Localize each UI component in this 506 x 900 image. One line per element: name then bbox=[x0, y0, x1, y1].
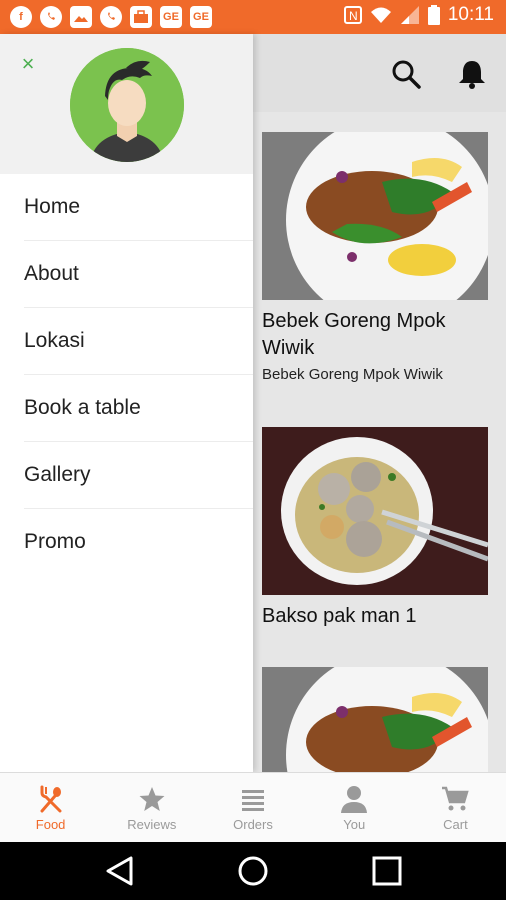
ge-icon: GE bbox=[190, 6, 212, 28]
ge-icon: GE bbox=[160, 6, 182, 28]
star-icon bbox=[139, 786, 165, 811]
nav-label: Orders bbox=[233, 816, 273, 832]
notification-icons: f GE GE bbox=[10, 6, 212, 28]
nav-food[interactable]: Food bbox=[0, 773, 101, 843]
fork-spoon-icon bbox=[40, 785, 62, 812]
drawer-header: × bbox=[0, 34, 253, 174]
menu-item-gallery[interactable]: Gallery bbox=[24, 442, 253, 509]
person-icon bbox=[341, 785, 368, 813]
food-title: Bakso pak man 1 bbox=[262, 605, 417, 627]
bottom-navigation: Food Reviews Orders You Cart bbox=[0, 772, 506, 843]
food-image bbox=[262, 667, 488, 772]
cart-icon bbox=[442, 786, 470, 810]
battery-icon bbox=[427, 5, 440, 25]
search-icon[interactable] bbox=[388, 56, 424, 92]
food-card[interactable] bbox=[262, 667, 488, 772]
nfc-icon: N bbox=[343, 6, 362, 24]
nav-label: Reviews bbox=[127, 816, 177, 832]
recents-icon[interactable] bbox=[371, 855, 403, 887]
drawer-menu: Home About Lokasi Book a table Gallery P… bbox=[0, 174, 253, 575]
food-card[interactable]: Bebek Goreng Mpok Wiwik Bebek Goreng Mpo… bbox=[262, 132, 488, 383]
nav-label: You bbox=[343, 816, 366, 832]
nav-you[interactable]: You bbox=[304, 773, 405, 843]
whatsapp-icon bbox=[40, 6, 62, 28]
food-image bbox=[262, 132, 488, 300]
status-bar: f GE GE N 10:11 bbox=[0, 0, 506, 34]
nav-label: Cart bbox=[443, 816, 468, 832]
bell-icon[interactable] bbox=[454, 56, 490, 92]
clock: 10:11 bbox=[447, 4, 494, 25]
nav-orders[interactable]: Orders bbox=[202, 773, 303, 843]
menu-item-home[interactable]: Home bbox=[24, 174, 253, 241]
close-icon[interactable]: × bbox=[18, 53, 38, 75]
list-icon bbox=[242, 789, 264, 811]
food-card[interactable]: Bakso pak man 1 bbox=[262, 427, 488, 630]
menu-item-book-a-table[interactable]: Book a table bbox=[24, 375, 253, 442]
whatsapp-icon bbox=[100, 6, 122, 28]
food-image bbox=[262, 427, 488, 595]
briefcase-icon bbox=[130, 6, 152, 28]
wifi-icon bbox=[370, 7, 391, 23]
home-icon[interactable] bbox=[237, 855, 269, 887]
signal-icon bbox=[400, 6, 419, 24]
nav-reviews[interactable]: Reviews bbox=[101, 773, 202, 843]
nav-cart[interactable]: Cart bbox=[405, 773, 506, 843]
nav-label: Food bbox=[35, 816, 66, 832]
food-subtitle: Bebek Goreng Mpok Wiwik bbox=[262, 366, 443, 383]
food-title: Bebek Goreng Mpok Wiwik bbox=[262, 310, 446, 359]
menu-item-lokasi[interactable]: Lokasi bbox=[24, 308, 253, 375]
navigation-drawer: × Home About Lokasi Book a table Gallery… bbox=[0, 34, 253, 772]
menu-item-about[interactable]: About bbox=[24, 241, 253, 308]
facebook-icon: f bbox=[10, 6, 32, 28]
gallery-icon bbox=[70, 6, 92, 28]
avatar bbox=[70, 48, 184, 162]
svg-text:N: N bbox=[349, 9, 358, 23]
menu-item-promo[interactable]: Promo bbox=[24, 509, 253, 575]
system-navigation-bar bbox=[0, 842, 506, 900]
back-icon[interactable] bbox=[104, 855, 136, 887]
